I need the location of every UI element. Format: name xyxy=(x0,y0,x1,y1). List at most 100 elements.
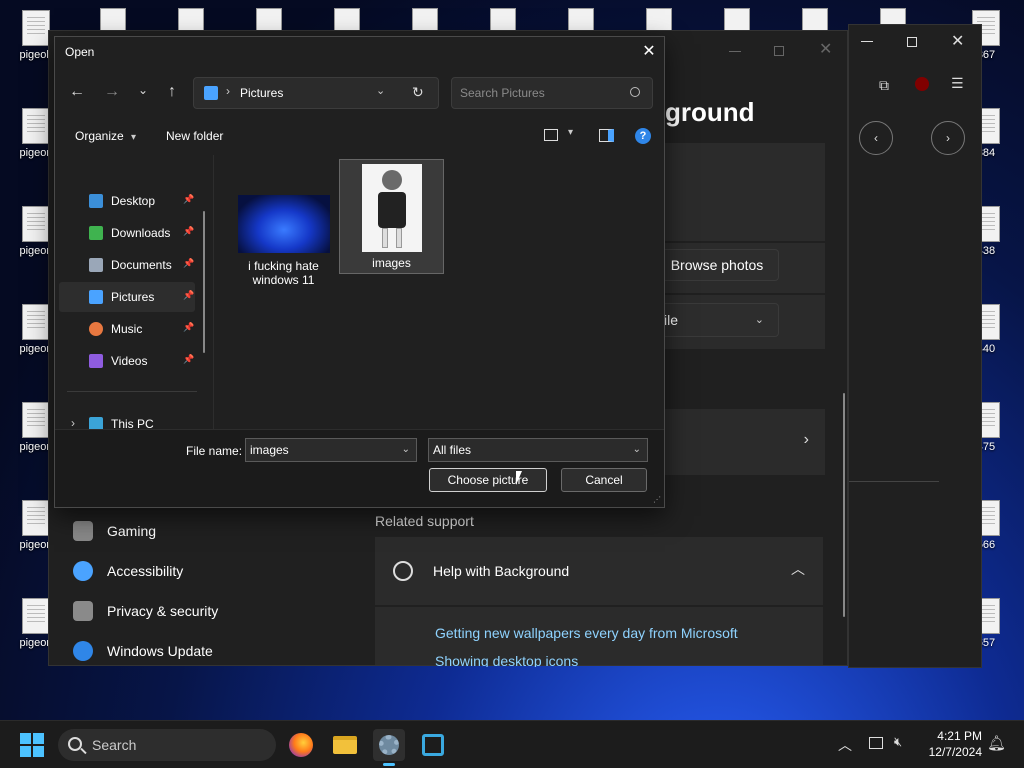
download-icon xyxy=(89,226,103,240)
file-icon[interactable] xyxy=(100,8,126,32)
chevron-down-icon[interactable]: ⌄ xyxy=(402,439,410,461)
prev-icon[interactable]: ‹ xyxy=(859,121,893,155)
breadcrumb-separator-icon: › xyxy=(226,84,230,98)
recent-locations-icon[interactable]: ⌄ xyxy=(132,83,154,97)
pin-icon: 📌 xyxy=(183,354,195,364)
maximize-icon[interactable] xyxy=(907,37,917,47)
nav-item-music[interactable]: Music 📌 xyxy=(59,314,195,344)
start-icon[interactable] xyxy=(20,733,44,757)
firefox-icon[interactable] xyxy=(285,729,317,761)
fit-select[interactable]: ile ⌄ xyxy=(649,303,779,337)
personalize-row[interactable]: › xyxy=(665,409,825,475)
file-icon[interactable] xyxy=(724,8,750,32)
search-input[interactable]: Search Pictures xyxy=(451,77,653,109)
close-icon[interactable]: ✕ xyxy=(634,37,664,67)
clock[interactable]: 4:21 PM 12/7/2024 xyxy=(929,728,982,760)
settings-icon[interactable] xyxy=(373,729,405,766)
preview-pane-icon[interactable] xyxy=(599,129,614,142)
file-icon[interactable] xyxy=(646,8,672,32)
file-icon[interactable] xyxy=(412,8,438,32)
chevron-up-icon[interactable]: ︿ xyxy=(838,735,852,755)
refresh-icon[interactable]: ↻ xyxy=(412,84,424,101)
nav-scrollbar[interactable] xyxy=(203,211,205,353)
file-icon xyxy=(22,108,50,144)
pictures-icon xyxy=(89,290,103,304)
close-icon[interactable]: ✕ xyxy=(951,31,964,51)
taskbar-search[interactable]: Search xyxy=(58,729,276,761)
extensions-icon[interactable]: ⧉ xyxy=(879,77,889,94)
gamepad-icon xyxy=(73,521,93,541)
bell-icon[interactable]: 🔔︎ xyxy=(987,734,1006,752)
scrollbar[interactable] xyxy=(843,393,845,617)
nav-item-pictures[interactable]: Pictures 📌 xyxy=(59,282,195,312)
browse-photos-button[interactable]: Browse photos xyxy=(655,249,779,281)
nav-item-documents[interactable]: Documents 📌 xyxy=(59,250,195,280)
network-icon[interactable] xyxy=(869,737,883,749)
desktop-icon xyxy=(89,194,103,208)
file-item-selected[interactable]: images xyxy=(339,159,444,274)
link-wallpapers[interactable]: Getting new wallpapers every day from Mi… xyxy=(435,625,738,641)
file-list: i fucking hate windows 11 images xyxy=(215,155,666,431)
help-icon[interactable]: ? xyxy=(635,128,651,144)
pin-icon: 📌 xyxy=(183,322,195,332)
link-desktop-icons[interactable]: Showing desktop icons xyxy=(435,653,578,667)
help-background-row[interactable]: Help with Background ︿ xyxy=(375,537,823,605)
file-name-input[interactable]: images ⌄ xyxy=(245,438,417,462)
file-icon[interactable] xyxy=(256,8,282,32)
minimize-icon[interactable] xyxy=(861,41,873,42)
cancel-button[interactable]: Cancel xyxy=(561,468,647,492)
nav-privacy[interactable]: Privacy & security xyxy=(73,601,218,621)
volume-muted-icon[interactable]: 🔇︎ xyxy=(894,734,902,750)
pin-icon: 📌 xyxy=(183,194,195,204)
pictures-icon xyxy=(204,86,218,100)
file-icon[interactable] xyxy=(334,8,360,32)
file-type-select[interactable]: All files ⌄ xyxy=(428,438,648,462)
up-icon[interactable]: ↑ xyxy=(161,83,183,101)
background-preview-row xyxy=(665,143,825,241)
file-icon[interactable] xyxy=(490,8,516,32)
choose-picture-button[interactable]: Choose picture xyxy=(429,468,547,492)
address-bar[interactable]: › Pictures ⌄ ↻ xyxy=(193,77,439,109)
thumbnail xyxy=(237,195,330,253)
view-options-icon[interactable] xyxy=(544,129,558,141)
maximize-icon[interactable] xyxy=(774,46,784,56)
back-icon[interactable]: ← xyxy=(66,83,88,101)
nav-item-videos[interactable]: Videos 📌 xyxy=(59,346,195,376)
file-explorer-icon[interactable] xyxy=(329,729,361,761)
organize-button[interactable]: Organize ▾ xyxy=(75,129,136,143)
divider xyxy=(849,481,939,482)
pin-icon: 📌 xyxy=(183,258,195,268)
file-icon xyxy=(22,10,50,46)
chevron-right-icon: › xyxy=(71,416,75,430)
file-icon[interactable] xyxy=(802,8,828,32)
nav-item-desktop[interactable]: Desktop 📌 xyxy=(59,186,195,216)
minimize-icon[interactable] xyxy=(729,51,741,52)
thumbnail xyxy=(361,164,422,252)
file-icon xyxy=(22,500,50,536)
document-icon xyxy=(89,258,103,272)
file-icon xyxy=(22,402,50,438)
navigation-pane: Desktop 📌 Downloads 📌 Documents 📌 Pictur… xyxy=(55,155,215,431)
next-icon[interactable]: › xyxy=(931,121,965,155)
ublock-icon[interactable] xyxy=(915,77,929,91)
nav-item-downloads[interactable]: Downloads 📌 xyxy=(59,218,195,248)
nav-windows-update[interactable]: Windows Update xyxy=(73,641,213,661)
chevron-down-icon[interactable]: ▾ xyxy=(568,127,573,138)
resize-grip-icon[interactable]: ⋰ xyxy=(653,495,661,504)
chevron-down-icon: ⌄ xyxy=(754,314,764,326)
file-icon[interactable] xyxy=(178,8,204,32)
file-icon[interactable] xyxy=(568,8,594,32)
menu-icon[interactable]: ☰ xyxy=(951,75,964,92)
pane-divider[interactable] xyxy=(213,155,214,431)
chevron-down-icon[interactable]: ⌄ xyxy=(376,84,385,97)
forward-icon[interactable]: → xyxy=(101,83,123,101)
close-icon[interactable]: ✕ xyxy=(819,39,832,59)
breadcrumb-pictures[interactable]: Pictures xyxy=(240,86,283,100)
vscode-icon[interactable] xyxy=(417,729,449,761)
page-title: ground xyxy=(665,97,755,127)
file-item[interactable]: i fucking hate windows 11 xyxy=(231,161,336,287)
nav-accessibility[interactable]: Accessibility xyxy=(73,561,183,581)
file-name-label: File name: xyxy=(186,444,243,458)
new-folder-button[interactable]: New folder xyxy=(166,129,223,143)
nav-gaming[interactable]: Gaming xyxy=(73,521,156,541)
